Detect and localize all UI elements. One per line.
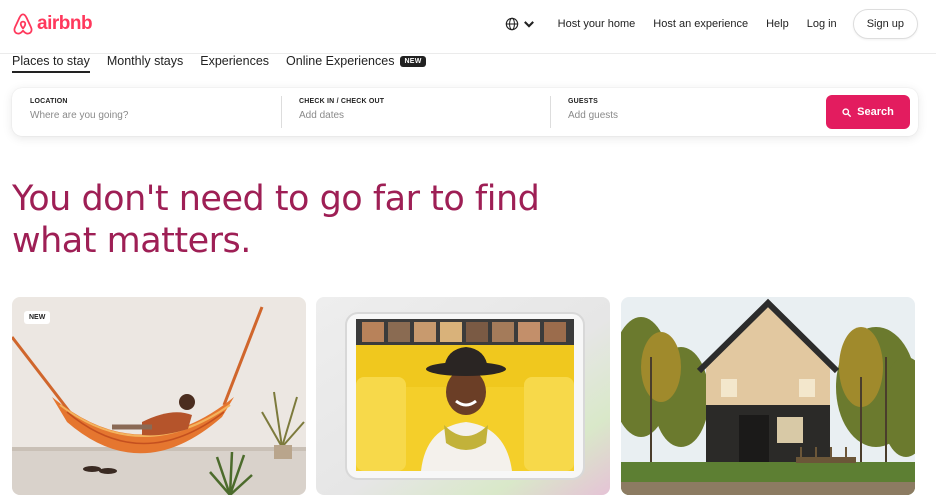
hammock-card[interactable]: NEW <box>12 297 306 495</box>
tab-online-experiences[interactable]: Online Experiences NEW <box>286 54 426 68</box>
tab-places-to-stay[interactable]: Places to stay <box>12 54 90 73</box>
location-label: LOCATION <box>30 98 68 105</box>
top-header: airbnb Host your home Host an experience… <box>0 0 936 54</box>
sign-up-button[interactable]: Sign up <box>852 9 918 39</box>
new-badge: NEW <box>400 55 426 67</box>
airbnb-logo[interactable]: airbnb <box>12 12 93 36</box>
hero-line-1: You don't need to go far to find <box>12 179 540 219</box>
location-input[interactable]: Where are you going? <box>30 110 281 121</box>
search-button-label: Search <box>857 106 894 118</box>
guests-input[interactable]: Add guests <box>568 110 819 121</box>
tab-online-experiences-label: Online Experiences <box>286 54 395 68</box>
header-nav: Host your home Host an experience Help L… <box>505 9 918 39</box>
log-in-link[interactable]: Log in <box>807 18 837 30</box>
hammock-image <box>12 297 306 495</box>
card-new-badge: NEW <box>24 311 51 324</box>
guests-label: GUESTS <box>568 98 598 105</box>
hero-heading: You don't need to go far to find what ma… <box>12 178 572 262</box>
dates-field[interactable]: CHECK IN / CHECK OUT Add dates <box>281 88 550 136</box>
logo-text: airbnb <box>37 13 93 34</box>
online-experience-card[interactable] <box>316 297 610 495</box>
search-bar: LOCATION Where are you going? CHECK IN /… <box>12 88 918 136</box>
tab-monthly-stays[interactable]: Monthly stays <box>107 54 183 71</box>
host-your-home-link[interactable]: Host your home <box>558 18 636 30</box>
guests-field[interactable]: GUESTS Add guests <box>550 88 819 136</box>
hero-line-2: what matters. <box>12 221 251 261</box>
dates-input[interactable]: Add dates <box>299 110 550 121</box>
cabin-card[interactable] <box>621 297 915 495</box>
category-tabs: Places to stay Monthly stays Experiences… <box>12 54 426 74</box>
location-field[interactable]: LOCATION Where are you going? <box>12 88 281 136</box>
search-icon <box>842 107 852 117</box>
tab-experiences[interactable]: Experiences <box>200 54 269 71</box>
globe-icon <box>505 17 518 31</box>
airbnb-logo-icon <box>13 13 33 35</box>
chevron-down-icon <box>523 21 534 28</box>
dates-label: CHECK IN / CHECK OUT <box>299 98 385 105</box>
language-selector[interactable] <box>505 17 536 31</box>
search-button[interactable]: Search <box>826 95 910 129</box>
cabin-image <box>621 297 915 495</box>
host-an-experience-link[interactable]: Host an experience <box>653 18 748 30</box>
help-link[interactable]: Help <box>766 18 789 30</box>
video-call-image <box>316 297 610 495</box>
